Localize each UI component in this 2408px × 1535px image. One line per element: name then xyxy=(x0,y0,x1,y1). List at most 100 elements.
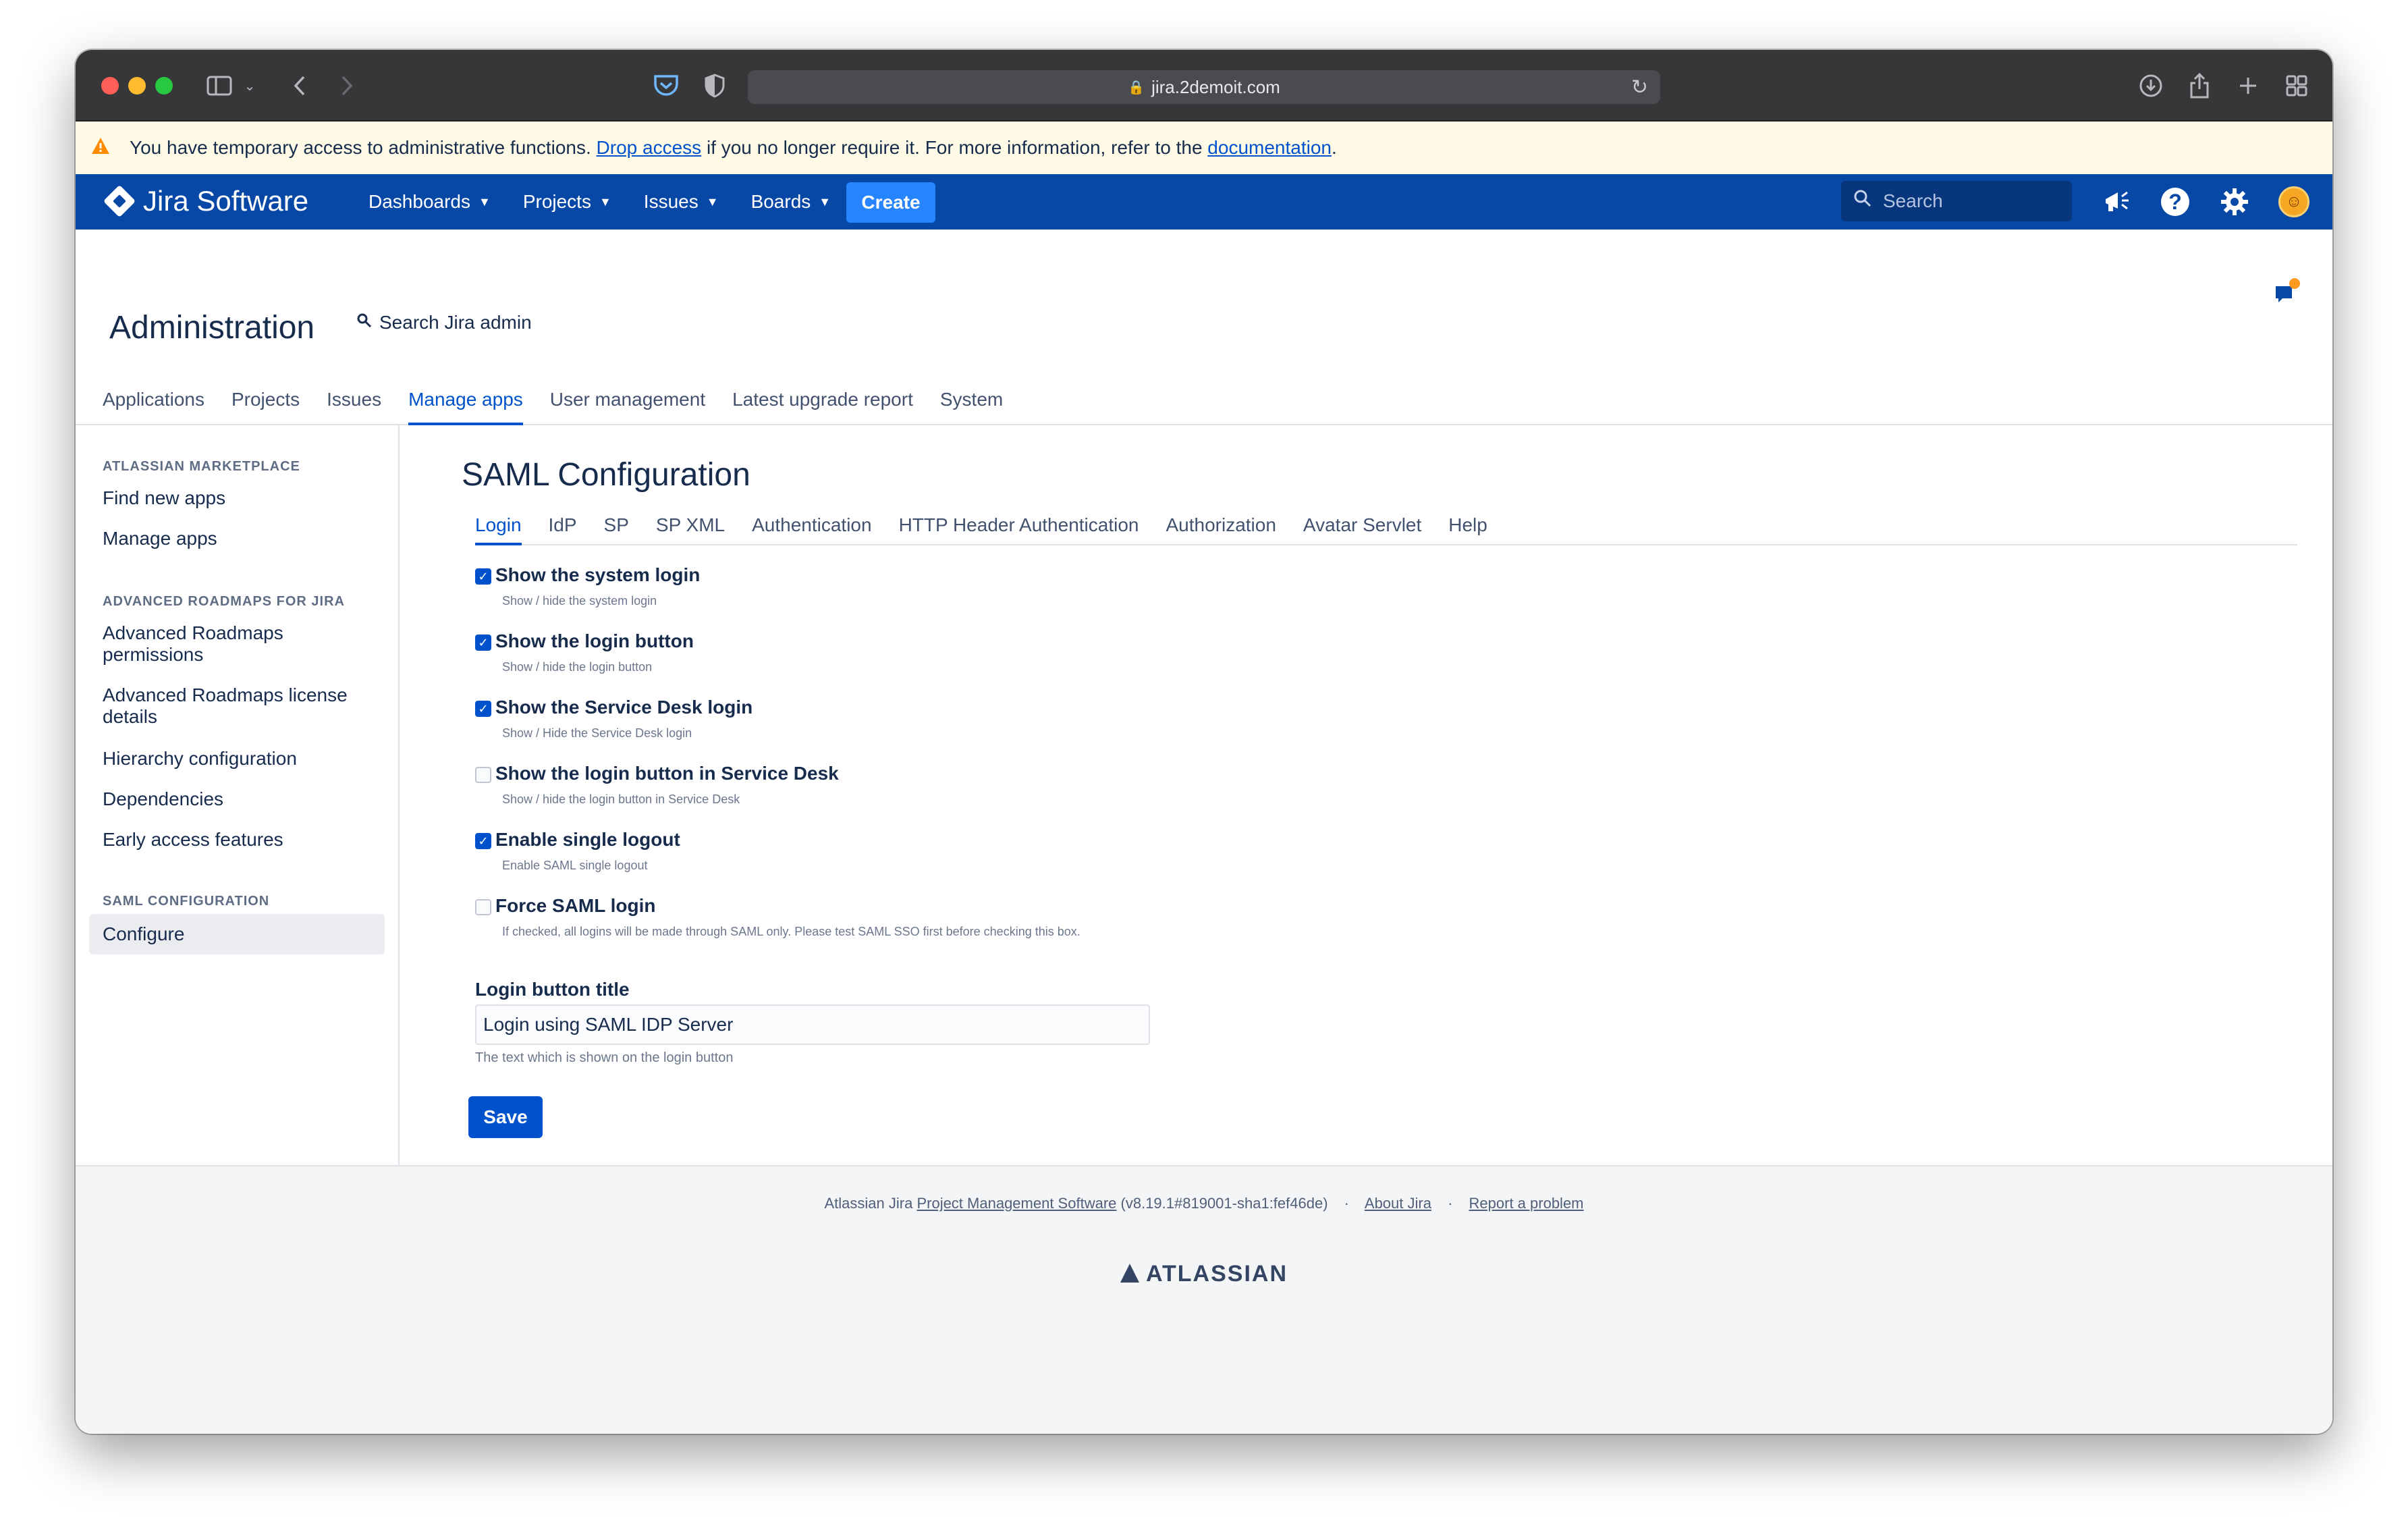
jira-diamond-icon xyxy=(103,184,136,218)
admin-header: Administration Search Jira admin Applica… xyxy=(76,230,2332,425)
saml-tab-authorization[interactable]: Authorization xyxy=(1166,512,1276,545)
saml-tabs: Login IdP SP SP XML Authentication HTTP … xyxy=(475,512,2297,545)
saml-tab-authentication[interactable]: Authentication xyxy=(752,512,871,545)
project-management-software-link[interactable]: Project Management Software xyxy=(916,1195,1116,1212)
new-tab-icon[interactable] xyxy=(2233,70,2264,101)
about-jira-link[interactable]: About Jira xyxy=(1365,1195,1431,1212)
option-label: Show the login button xyxy=(495,630,694,651)
login-button-title-input[interactable] xyxy=(475,1004,1150,1045)
chevron-down-icon: ▼ xyxy=(819,194,831,209)
address-bar[interactable]: 🔒 jira.2demoit.com ↻ xyxy=(748,70,1660,104)
option-description: Show / Hide the Service Desk login xyxy=(502,726,692,740)
banner-text-middle: if you no longer require it. For more in… xyxy=(706,137,1203,158)
atlassian-logo: ATLASSIAN xyxy=(76,1261,2332,1287)
close-window-button[interactable] xyxy=(101,77,119,95)
feedback-icon[interactable] xyxy=(2274,278,2301,305)
chevron-down-icon: ▼ xyxy=(478,194,491,209)
documentation-link[interactable]: documentation xyxy=(1207,137,1332,159)
sidebar-item-early-access[interactable]: Early access features xyxy=(103,829,373,851)
option-label: Enable single logout xyxy=(495,829,680,850)
option-label: Show the login button in Service Desk xyxy=(495,763,839,784)
sidebar-item-roadmaps-permissions[interactable]: Advanced Roadmaps permissions xyxy=(103,622,373,666)
show-login-button-service-desk-checkbox[interactable] xyxy=(475,767,491,783)
tab-overview-icon[interactable] xyxy=(2281,70,2312,101)
show-system-login-checkbox[interactable]: ✓ xyxy=(475,568,491,585)
report-problem-link[interactable]: Report a problem xyxy=(1469,1195,1584,1212)
force-saml-login-checkbox[interactable] xyxy=(475,899,491,915)
option-description: If checked, all logins will be made thro… xyxy=(502,925,1080,938)
chevron-down-icon: ▼ xyxy=(706,194,719,209)
sidebar-toggle-icon[interactable] xyxy=(204,70,235,101)
footer-separator: · xyxy=(1344,1195,1349,1212)
product-name: Jira Software xyxy=(143,185,309,217)
notifications-megaphone-icon[interactable] xyxy=(2100,185,2134,219)
sidebar-item-manage-apps[interactable]: Manage apps xyxy=(103,528,373,549)
zoom-window-button[interactable] xyxy=(155,77,173,95)
share-icon[interactable] xyxy=(2184,70,2215,101)
tab-projects[interactable]: Projects xyxy=(231,386,300,425)
atlassian-logo-text: ATLASSIAN xyxy=(1145,1261,1288,1287)
search-icon xyxy=(1853,189,1872,213)
page-title: Administration xyxy=(109,310,315,346)
save-button[interactable]: Save xyxy=(468,1096,543,1138)
reload-icon[interactable]: ↻ xyxy=(1631,76,1648,99)
nav-projects-label: Projects xyxy=(522,191,591,212)
footer-separator: · xyxy=(1448,1195,1453,1212)
avatar-face-icon: ☺ xyxy=(2278,186,2309,217)
jira-top-nav: Jira Software Dashboards ▼ Projects ▼ Issu… xyxy=(76,174,2332,230)
nav-projects[interactable]: Projects ▼ xyxy=(523,191,611,213)
pocket-icon[interactable] xyxy=(651,70,682,101)
help-icon[interactable]: ? xyxy=(2158,185,2192,219)
saml-page-title: SAML Configuration xyxy=(462,457,750,493)
tab-manage-apps[interactable]: Manage apps xyxy=(408,386,523,425)
user-avatar[interactable]: ☺ xyxy=(2277,185,2311,219)
saml-tab-avatar-servlet[interactable]: Avatar Servlet xyxy=(1303,512,1421,545)
saml-tab-http-header-auth[interactable]: HTTP Header Authentication xyxy=(899,512,1139,545)
downloads-icon[interactable] xyxy=(2135,70,2166,101)
forward-icon[interactable] xyxy=(333,70,360,101)
sidebar-item-hierarchy-configuration[interactable]: Hierarchy configuration xyxy=(103,748,373,770)
saml-tab-sp[interactable]: SP xyxy=(604,512,629,545)
sidebar-item-configure[interactable]: Configure xyxy=(89,914,385,954)
admin-search-link[interactable]: Search Jira admin xyxy=(356,312,532,333)
sidebar-item-dependencies[interactable]: Dependencies xyxy=(103,788,373,810)
settings-gear-icon[interactable] xyxy=(2218,185,2251,219)
create-button[interactable]: Create xyxy=(846,182,935,223)
show-login-button-checkbox[interactable]: ✓ xyxy=(475,635,491,651)
tab-latest-upgrade-report[interactable]: Latest upgrade report xyxy=(732,386,913,425)
url-text: jira.2demoit.com xyxy=(1151,76,1280,97)
banner-text-before: You have temporary access to administrat… xyxy=(130,137,591,158)
saml-tab-help[interactable]: Help xyxy=(1448,512,1487,545)
minimize-window-button[interactable] xyxy=(128,77,146,95)
search-input[interactable]: Search xyxy=(1841,181,2072,221)
tab-system[interactable]: System xyxy=(940,386,1003,425)
search-placeholder: Search xyxy=(1883,190,1943,211)
tab-applications[interactable]: Applications xyxy=(103,386,204,425)
tab-issues[interactable]: Issues xyxy=(327,386,381,425)
privacy-shield-icon[interactable] xyxy=(699,70,730,101)
chevron-down-icon: ▼ xyxy=(599,194,611,209)
sidebar-heading-saml: SAML CONFIGURATION xyxy=(103,894,270,909)
nav-boards[interactable]: Boards ▼ xyxy=(751,191,831,213)
sidebar-item-roadmaps-license[interactable]: Advanced Roadmaps license details xyxy=(103,684,373,728)
saml-tab-sp-xml[interactable]: SP XML xyxy=(656,512,725,545)
chevron-down-icon[interactable]: ⌄ xyxy=(242,70,258,101)
nav-dashboards[interactable]: Dashboards ▼ xyxy=(368,191,491,213)
saml-tab-idp[interactable]: IdP xyxy=(549,512,577,545)
drop-access-link[interactable]: Drop access xyxy=(597,137,702,159)
back-icon[interactable] xyxy=(286,70,313,101)
show-service-desk-login-checkbox[interactable]: ✓ xyxy=(475,701,491,717)
saml-tab-login[interactable]: Login xyxy=(475,512,522,545)
nav-issues[interactable]: Issues ▼ xyxy=(644,191,719,213)
option-description: Show / hide the login button in Service … xyxy=(502,792,740,806)
jira-logo[interactable]: Jira Software xyxy=(103,184,309,218)
login-button-title-description: The text which is shown on the login but… xyxy=(475,1050,734,1065)
option-label: Show the Service Desk login xyxy=(495,697,753,718)
nav-issues-label: Issues xyxy=(643,191,699,212)
content-area: ATLASSIAN MARKETPLACE Find new apps Mana… xyxy=(76,425,2332,1166)
tab-user-management[interactable]: User management xyxy=(550,386,705,425)
sidebar-item-find-new-apps[interactable]: Find new apps xyxy=(103,487,373,509)
search-icon xyxy=(356,313,373,333)
enable-single-logout-checkbox[interactable]: ✓ xyxy=(475,833,491,849)
nav-boards-label: Boards xyxy=(750,191,811,212)
